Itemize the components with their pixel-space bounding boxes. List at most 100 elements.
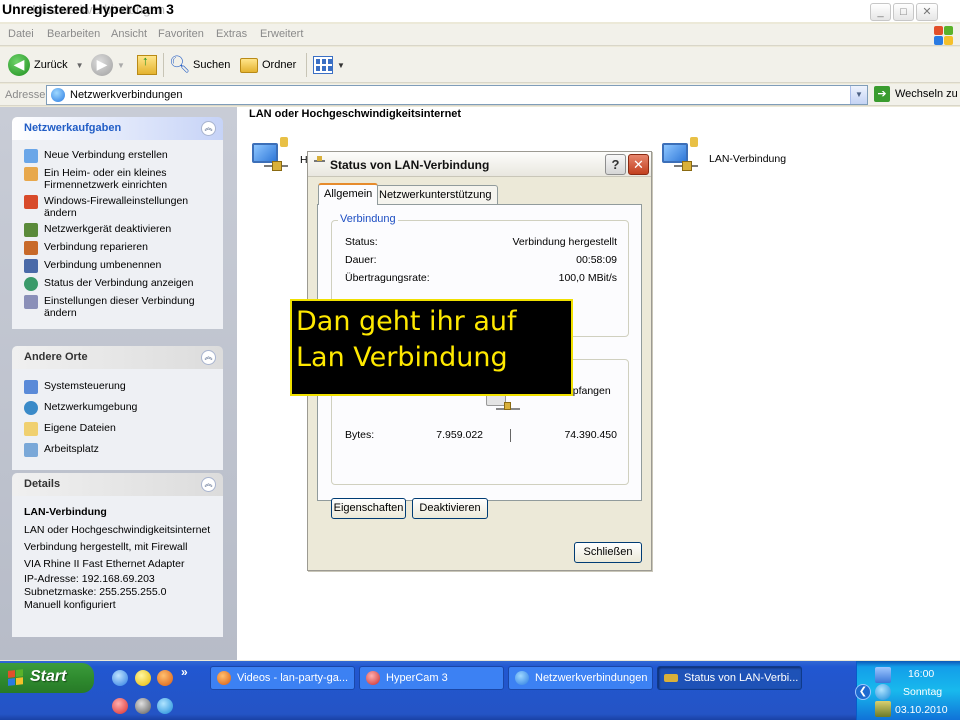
task-settings[interactable]: Einstellungen dieser Verbindung ändern: [12, 293, 223, 321]
menu-datei[interactable]: Datei: [8, 28, 34, 40]
mouse-cursor-icon: ➤: [557, 346, 571, 363]
disable-device-icon: [24, 223, 38, 237]
other-places-header[interactable]: Andere Orte ︽: [12, 346, 223, 369]
hypercam-watermark: Unregistered HyperCam 3: [2, 1, 174, 17]
task-label: Ein Heim- oder ein kleines Firmennetzwer…: [44, 167, 168, 191]
menu-ansicht[interactable]: Ansicht: [111, 28, 147, 40]
taskbar-item-label: Netzwerkverbindungen: [535, 672, 648, 684]
taskbar-item-lan-status[interactable]: Status von LAN-Verbi...: [657, 666, 802, 690]
caption-line-1: Dan geht ihr auf: [296, 306, 517, 337]
lan-connection-icon[interactable]: [662, 137, 698, 177]
group-header: LAN oder Hochgeschwindigkeitsinternet: [249, 108, 462, 120]
details-line: VIA Rhine II Fast Ethernet Adapter: [24, 558, 185, 570]
collapse-chevron-icon[interactable]: ︽: [201, 350, 216, 365]
details-name: LAN-Verbindung: [24, 506, 107, 518]
status-value: Verbindung hergestellt: [512, 236, 618, 248]
network-connection-icon[interactable]: [252, 137, 288, 177]
task-repair[interactable]: Verbindung reparieren: [12, 239, 223, 257]
windows-flag-icon: [8, 669, 24, 687]
go-label: Wechseln zu: [895, 88, 958, 100]
close-window-button[interactable]: ✕: [916, 3, 938, 21]
lan-connection-label[interactable]: LAN-Verbindung: [709, 153, 786, 165]
other-places-title: Andere Orte: [24, 351, 88, 363]
details-title: Details: [24, 478, 61, 490]
media-player-icon[interactable]: [135, 698, 151, 714]
back-button[interactable]: ◀ Zurück ▼: [8, 52, 84, 78]
dialog-title-bar[interactable]: Status von LAN-Verbindung ? ✕: [308, 152, 651, 177]
opera-icon[interactable]: [112, 698, 128, 714]
network-tasks-header[interactable]: Netzwerkaufgaben ︽: [12, 117, 223, 140]
help-button[interactable]: ?: [605, 154, 626, 175]
back-history-dropdown-icon[interactable]: ▼: [76, 61, 84, 70]
views-dropdown-icon[interactable]: ▼: [337, 61, 345, 70]
window-title-bar: Netzwerkverbindungen Unregistered HyperC…: [0, 0, 960, 22]
task-home-network[interactable]: Ein Heim- oder ein kleines Firmennetzwer…: [12, 165, 223, 193]
network-tray-icon[interactable]: [875, 667, 891, 683]
minimize-button[interactable]: _: [870, 3, 891, 21]
speed-value: 100,0 MBit/s: [558, 272, 617, 284]
system-tray: ❮ 16:00 Sonntag 03.10.2010: [855, 661, 960, 720]
place-label: Netzwerkumgebung: [44, 401, 138, 413]
taskbar: Start » Videos - lan-party-ga... HyperCa…: [0, 661, 960, 720]
tab-general[interactable]: Allgemein: [318, 183, 379, 205]
details-line: Manuell konfiguriert: [24, 599, 116, 611]
tab-network-support[interactable]: Netzwerkunterstützung: [373, 185, 498, 204]
clock-time[interactable]: 16:00: [908, 668, 934, 680]
skype-tray-icon[interactable]: [875, 684, 891, 700]
place-label: Eigene Dateien: [44, 422, 116, 434]
place-my-documents[interactable]: Eigene Dateien: [12, 419, 223, 440]
place-my-computer[interactable]: Arbeitsplatz: [12, 440, 223, 461]
favorites-star-icon[interactable]: [135, 670, 151, 686]
disable-button[interactable]: Deaktivieren: [412, 498, 488, 519]
close-dialog-button[interactable]: Schließen: [574, 542, 642, 563]
go-button[interactable]: ➔ Wechseln zu: [874, 86, 958, 102]
properties-button[interactable]: Eigenschaften: [331, 498, 406, 519]
firefox-icon[interactable]: [157, 670, 173, 686]
place-control-panel[interactable]: Systemsteuerung: [12, 377, 223, 398]
speed-label: Übertragungsrate:: [345, 272, 430, 284]
tray-app-icon[interactable]: [875, 701, 891, 717]
show-hidden-icons-icon[interactable]: ❮: [855, 684, 871, 700]
task-new-connection[interactable]: Neue Verbindung erstellen: [12, 147, 223, 165]
address-dropdown-icon[interactable]: ▼: [850, 86, 867, 104]
menu-favoriten[interactable]: Favoriten: [158, 28, 204, 40]
taskbar-item-videos[interactable]: Videos - lan-party-ga...: [210, 666, 355, 690]
rename-icon: [24, 259, 38, 273]
maximize-button[interactable]: □: [893, 3, 914, 21]
collapse-chevron-icon[interactable]: ︽: [201, 477, 216, 492]
task-disable-device[interactable]: Netzwerkgerät deaktivieren: [12, 221, 223, 239]
new-connection-icon: [24, 149, 38, 163]
internet-explorer-icon[interactable]: [112, 670, 128, 686]
details-header[interactable]: Details ︽: [12, 473, 223, 496]
network-connections-icon: [51, 88, 65, 102]
menu-erweitert[interactable]: Erweitert: [260, 28, 303, 40]
task-show-status[interactable]: Status der Verbindung anzeigen: [12, 275, 223, 293]
collapse-chevron-icon[interactable]: ︽: [201, 121, 216, 136]
folders-button[interactable]: Ordner: [240, 52, 296, 78]
skype-icon[interactable]: [157, 698, 173, 714]
up-folder-button[interactable]: ↑: [137, 52, 157, 78]
other-places-panel: Andere Orte ︽ Systemsteuerung Netzwerkum…: [12, 346, 223, 470]
menu-extras[interactable]: Extras: [216, 28, 247, 40]
menu-bearbeiten[interactable]: Bearbeiten: [47, 28, 100, 40]
forward-arrow-icon: ▶: [91, 54, 113, 76]
taskbar-item-hypercam[interactable]: HyperCam 3: [359, 666, 504, 690]
dialog-close-button[interactable]: ✕: [628, 154, 649, 175]
task-rename[interactable]: Verbindung umbenennen: [12, 257, 223, 275]
start-button[interactable]: Start: [0, 663, 94, 693]
views-button[interactable]: ▼: [313, 52, 345, 78]
caption-line-2: Lan Verbindung: [296, 342, 508, 373]
forward-button[interactable]: ▶ ▼: [91, 52, 125, 78]
folder-up-icon: ↑: [137, 53, 157, 75]
address-input[interactable]: Netzwerkverbindungen ▼: [46, 85, 868, 105]
settings-icon: [24, 295, 38, 309]
taskbar-item-network-connections[interactable]: Netzwerkverbindungen: [508, 666, 653, 690]
quicklaunch-more-icon[interactable]: »: [181, 665, 188, 679]
search-button[interactable]: 🔍︎ Suchen: [169, 52, 230, 78]
start-label: Start: [30, 668, 67, 685]
task-firewall[interactable]: Windows-Firewalleinstellungen ändern: [12, 193, 223, 221]
firewall-icon: [24, 195, 38, 209]
place-network[interactable]: Netzwerkumgebung: [12, 398, 223, 419]
toolbar: ◀ Zurück ▼ ▶ ▼ ↑ 🔍︎ Suchen Ordner ▼: [0, 47, 960, 83]
taskbar-item-label: HyperCam 3: [386, 672, 448, 684]
